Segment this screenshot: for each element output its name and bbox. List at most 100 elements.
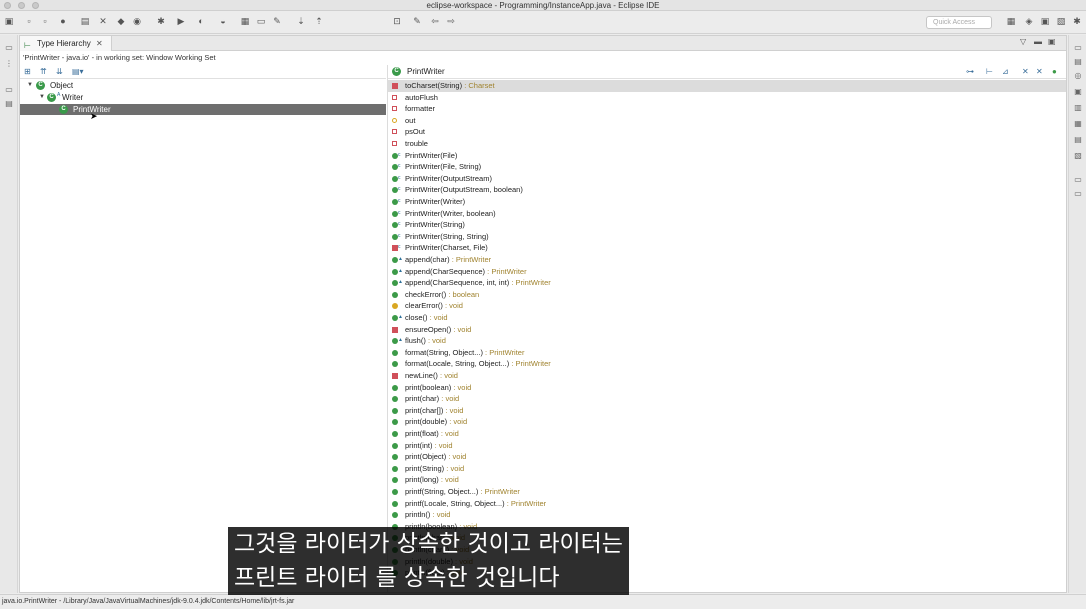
tools-icon[interactable]: ✕ xyxy=(98,16,108,26)
member-row[interactable]: clearError() : void xyxy=(388,300,1066,312)
member-row[interactable]: c PrintWriter(OutputStream, boolean) xyxy=(388,184,1066,196)
tree-node-object[interactable]: ▼ C Object xyxy=(20,80,386,91)
member-row[interactable]: toCharset(String) : Charset xyxy=(388,80,1066,92)
terminal-view-icon[interactable]: ▭ xyxy=(1073,189,1083,199)
member-row[interactable]: print(String) : void xyxy=(388,463,1066,475)
member-row[interactable]: print(long) : void xyxy=(388,474,1066,486)
outline-icon[interactable]: ▤ xyxy=(1073,57,1083,67)
prev-annotation-icon[interactable]: ⇡ xyxy=(314,16,324,26)
member-row[interactable]: autoFlush xyxy=(388,92,1066,104)
member-row[interactable]: c PrintWriter(OutputStream) xyxy=(388,173,1066,185)
maximize-icon[interactable]: ▣ xyxy=(1048,37,1056,46)
member-row[interactable]: c PrintWriter(String) xyxy=(388,219,1066,231)
member-row[interactable]: c PrintWriter(Charset, File) xyxy=(388,242,1066,254)
forward-icon[interactable]: ⇨ xyxy=(446,16,456,26)
member-row[interactable]: ensureOpen() : void xyxy=(388,324,1066,336)
member-row[interactable]: print(boolean) : void xyxy=(388,382,1066,394)
back-icon[interactable]: ⇦ xyxy=(430,16,440,26)
javadoc-icon[interactable]: ▥ xyxy=(1073,103,1083,113)
restore-icon[interactable]: ▭ xyxy=(1073,43,1083,53)
chevron-down-icon[interactable]: ▼ xyxy=(27,80,33,91)
restore-icon[interactable]: ▭ xyxy=(4,85,14,95)
task-list-icon[interactable]: ◎ xyxy=(1073,71,1083,81)
git-perspective-icon[interactable]: ▧ xyxy=(1056,16,1066,26)
restore-icon[interactable]: ▭ xyxy=(4,43,14,53)
member-row[interactable]: ▲ flush() : void xyxy=(388,335,1066,347)
view-menu-icon[interactable]: ▽ xyxy=(1020,37,1026,46)
show-type-hierarchy-icon[interactable]: ⊞ xyxy=(24,67,31,76)
java-ee-perspective-icon[interactable]: ▣ xyxy=(1040,16,1050,26)
member-row[interactable]: c PrintWriter(String, String) xyxy=(388,231,1066,243)
member-row[interactable]: ▲ append(CharSequence) : PrintWriter xyxy=(388,266,1066,278)
member-row[interactable]: c PrintWriter(Writer, boolean) xyxy=(388,208,1066,220)
problems-icon[interactable]: ▣ xyxy=(1073,87,1083,97)
console-icon[interactable]: ▤ xyxy=(1073,135,1083,145)
tree-node-printwriter[interactable]: C PrintWriter xyxy=(20,104,386,115)
show-supertype-hierarchy-icon[interactable]: ⇈ xyxy=(40,67,47,76)
member-row[interactable]: println() : void xyxy=(388,509,1066,521)
member-row[interactable]: print(char) : void xyxy=(388,393,1066,405)
member-row[interactable]: printf(String, Object...) : PrintWriter xyxy=(388,486,1066,498)
terminal-icon[interactable]: ▤ xyxy=(80,16,90,26)
new-icon[interactable]: ▣ xyxy=(4,16,14,26)
tab-type-hierarchy[interactable]: ⊢ Type Hierarchy ✕ xyxy=(20,36,112,51)
member-row[interactable]: print(double) : void xyxy=(388,416,1066,428)
member-row[interactable]: ▲ close() : void xyxy=(388,312,1066,324)
hide-fields-icon[interactable]: ✕ xyxy=(1022,67,1029,76)
history-dropdown-icon[interactable]: ▤▾ xyxy=(72,67,84,76)
member-row[interactable]: format(String, Object...) : PrintWriter xyxy=(388,347,1066,359)
member-row[interactable]: c PrintWriter(Writer) xyxy=(388,196,1066,208)
lock-view-icon[interactable]: ⊶ xyxy=(966,67,974,76)
hierarchy-icon[interactable]: ⋮ xyxy=(4,59,14,69)
declaration-icon[interactable]: ▦ xyxy=(1073,119,1083,129)
minimize-icon[interactable]: ▬ xyxy=(1034,37,1042,46)
open-type-icon[interactable]: ▦ xyxy=(240,16,250,26)
member-row[interactable]: printf(Locale, String, Object...) : Prin… xyxy=(388,498,1066,510)
package-icon[interactable]: ◆ xyxy=(116,16,126,26)
member-row[interactable]: format(Locale, String, Object...) : Prin… xyxy=(388,358,1066,370)
pen-icon[interactable]: ✎ xyxy=(272,16,282,26)
member-row[interactable]: newLine() : void xyxy=(388,370,1066,382)
sort-by-defining-type-icon[interactable]: ⊿ xyxy=(1002,67,1009,76)
java-perspective-icon[interactable]: ◈ xyxy=(1024,16,1034,26)
hide-non-public-icon[interactable]: ● xyxy=(1052,67,1057,76)
zoom-window-button[interactable] xyxy=(32,2,39,9)
close-icon[interactable]: ✕ xyxy=(96,36,103,51)
member-row[interactable]: c PrintWriter(File) xyxy=(388,150,1066,162)
quick-access-input[interactable]: Quick Access xyxy=(926,16,992,29)
package-explorer-icon[interactable]: ▤ xyxy=(4,99,14,109)
save-icon[interactable]: ▫ xyxy=(24,16,34,26)
minimize-window-button[interactable] xyxy=(18,2,25,9)
member-row[interactable]: c PrintWriter(File, String) xyxy=(388,161,1066,173)
close-window-button[interactable] xyxy=(4,2,11,9)
chevron-down-icon[interactable]: ▼ xyxy=(39,92,45,103)
external-tools-icon[interactable]: ◒ xyxy=(218,16,228,26)
member-row[interactable]: ▲ append(CharSequence, int, int) : PrintW… xyxy=(388,277,1066,289)
open-folder-icon[interactable]: ▭ xyxy=(256,16,266,26)
member-row[interactable]: print(Object) : void xyxy=(388,451,1066,463)
next-annotation-icon[interactable]: ⇣ xyxy=(296,16,306,26)
member-row[interactable]: ▲ append(char) : PrintWriter xyxy=(388,254,1066,266)
open-perspective-icon[interactable]: ▦ xyxy=(1006,16,1016,26)
debug-perspective-icon[interactable]: ✱ xyxy=(1072,16,1082,26)
run-icon[interactable]: ▶ xyxy=(176,16,186,26)
restore-icon[interactable]: ▭ xyxy=(1073,175,1083,185)
tree-node-writer[interactable]: ▼ C A Writer xyxy=(20,92,386,103)
progress-icon[interactable]: ▧ xyxy=(1073,151,1083,161)
save-all-icon[interactable]: ▫ xyxy=(40,16,50,26)
new-class-icon[interactable]: ◉ xyxy=(132,16,142,26)
show-inherited-members-icon[interactable]: ⊢ xyxy=(986,67,993,76)
user-icon[interactable]: ● xyxy=(58,16,68,26)
show-subtype-hierarchy-icon[interactable]: ⇊ xyxy=(56,67,63,76)
member-row[interactable]: checkError() : boolean xyxy=(388,289,1066,301)
member-row[interactable]: out xyxy=(388,115,1066,127)
member-row[interactable]: formatter xyxy=(388,103,1066,115)
debug-icon[interactable]: ✱ xyxy=(156,16,166,26)
member-row[interactable]: trouble xyxy=(388,138,1066,150)
hide-static-icon[interactable]: ✕ xyxy=(1036,67,1043,76)
pin-icon[interactable]: ⊡ xyxy=(392,16,402,26)
coverage-icon[interactable]: ◐ xyxy=(196,16,206,26)
member-row[interactable]: print(float) : void xyxy=(388,428,1066,440)
member-row[interactable]: psOut xyxy=(388,126,1066,138)
member-row[interactable]: print(int) : void xyxy=(388,440,1066,452)
